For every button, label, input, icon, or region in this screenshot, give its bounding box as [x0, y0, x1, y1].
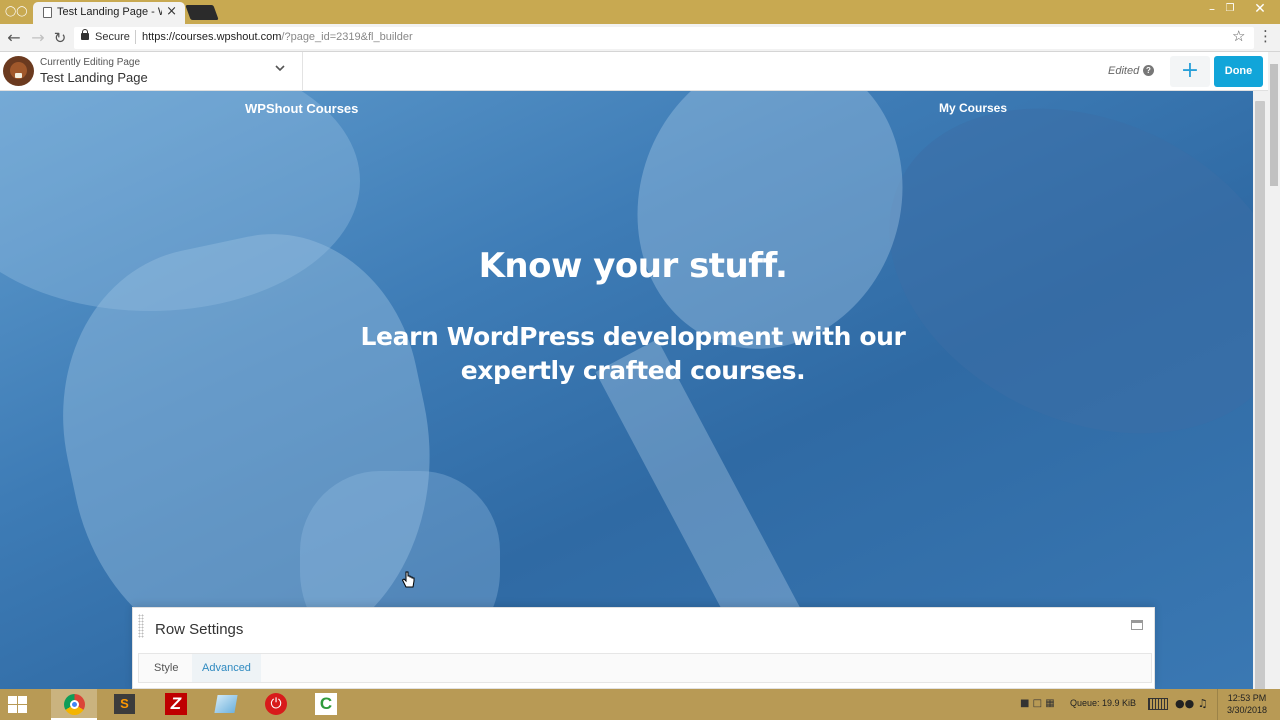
taskbar-sublime-button[interactable]: S	[101, 689, 147, 720]
hero-subheading-line: Learn WordPress development with our	[360, 322, 906, 351]
page-name[interactable]: Test Landing Page	[40, 70, 148, 85]
tray-network-volume-icon[interactable]: ●● ♫	[1175, 697, 1208, 710]
edited-status: Edited	[1108, 65, 1140, 77]
taskbar-clock[interactable]: 12:53 PM 3/30/2018	[1222, 692, 1272, 716]
drag-handle-icon[interactable]	[138, 614, 144, 638]
sublime-text-icon: S	[114, 694, 135, 714]
camtasia-icon: C	[315, 693, 337, 715]
taskbar-chrome-button[interactable]	[51, 689, 97, 720]
new-tab-button[interactable]	[185, 5, 219, 20]
currently-editing-label: Currently Editing Page	[40, 57, 141, 68]
incognito-icon: ◯◯	[5, 6, 28, 17]
page-canvas[interactable]: WPShout Courses My Courses Know your stu…	[0, 91, 1253, 689]
chevron-down-icon[interactable]	[274, 62, 286, 74]
window-scrollbar[interactable]	[1268, 52, 1280, 689]
clock-time: 12:53 PM	[1227, 693, 1267, 703]
help-icon[interactable]: ?	[1143, 65, 1154, 76]
hero-subheading: Learn WordPress development with our exp…	[0, 320, 1253, 388]
url-separator	[135, 30, 136, 44]
site-title-link[interactable]: WPShout Courses	[245, 101, 358, 116]
tab-style[interactable]: Style	[144, 654, 188, 682]
chrome-icon	[64, 694, 85, 715]
toolbar-divider	[302, 52, 303, 91]
queue-status: Queue: 19.9 KiB	[1070, 698, 1137, 708]
taskbar-explorer-button[interactable]	[202, 689, 248, 720]
hero-heading: Know your stuff.	[478, 246, 788, 286]
window-restore-button[interactable]: ❐	[1218, 0, 1242, 20]
done-button[interactable]: Done	[1214, 56, 1263, 87]
page-favicon-icon	[43, 7, 52, 18]
browser-tab[interactable]: Test Landing Page - WPS ×	[33, 2, 185, 24]
taskbar-camtasia-button[interactable]: C	[302, 689, 348, 720]
window-scrollbar-thumb[interactable]	[1270, 64, 1278, 186]
back-arrow-icon[interactable]: ←	[4, 28, 24, 48]
windows-start-icon[interactable]	[8, 696, 28, 714]
keyboard-icon[interactable]	[1148, 698, 1168, 710]
windows-taskbar: S Z ⏻ C ■ □ ▦ Queue: 19.9 KiB ●● ♫ 12:53…	[0, 689, 1280, 720]
power-icon: ⏻	[265, 693, 287, 715]
tab-advanced[interactable]: Advanced	[192, 654, 261, 682]
tray-divider	[1217, 689, 1218, 720]
bookmark-star-icon[interactable]: ☆	[1232, 27, 1245, 45]
browser-menu-icon[interactable]: ⋮	[1258, 27, 1273, 45]
builder-toolbar: Currently Editing Page Test Landing Page…	[0, 52, 1280, 91]
nav-link-my-courses[interactable]: My Courses	[939, 101, 1007, 115]
secure-label: Secure	[95, 31, 130, 43]
add-content-button[interactable]: +	[1170, 56, 1210, 87]
url-text[interactable]: https://courses.wpshout.com/?page_id=231…	[142, 31, 413, 43]
page-scrollbar-thumb[interactable]	[1255, 101, 1265, 691]
panel-title: Row Settings	[155, 621, 244, 638]
taskbar-filezilla-button[interactable]: Z	[152, 689, 198, 720]
minimize-panel-icon[interactable]	[1131, 620, 1143, 630]
page-scrollbar[interactable]	[1253, 91, 1268, 691]
forward-arrow-icon[interactable]: →	[28, 28, 48, 48]
clock-date: 3/30/2018	[1226, 705, 1268, 715]
browser-tab-strip: ◯◯ Test Landing Page - WPS × – ❐ ✕	[0, 0, 1280, 24]
hero-subheading-line: expertly crafted courses.	[460, 356, 806, 385]
reload-icon[interactable]: ↻	[50, 28, 70, 48]
lock-icon	[81, 29, 89, 40]
address-bar[interactable]: Secure https://courses.wpshout.com/?page…	[74, 27, 1254, 49]
panel-tab-bar: Style Advanced	[138, 653, 1152, 683]
tab-title: Test Landing Page - WPS	[57, 6, 162, 18]
tab-close-icon[interactable]: ×	[166, 4, 177, 19]
url-path: /?page_id=2319&fl_builder	[281, 31, 413, 43]
tray-lock-icon[interactable]: ■ □ ▦	[1020, 698, 1055, 709]
filezilla-icon: Z	[165, 693, 187, 715]
beaver-builder-logo-icon	[3, 56, 34, 86]
hand-cursor-icon	[401, 571, 415, 588]
taskbar-power-button[interactable]: ⏻	[252, 689, 298, 720]
window-close-button[interactable]: ✕	[1244, 0, 1276, 20]
browser-toolbar: ← → ↻ Secure https://courses.wpshout.com…	[0, 24, 1280, 52]
row-settings-panel: Row Settings Style Advanced	[132, 607, 1155, 689]
url-host: https://courses.wpshout.com	[142, 31, 282, 43]
file-explorer-icon	[214, 695, 238, 713]
